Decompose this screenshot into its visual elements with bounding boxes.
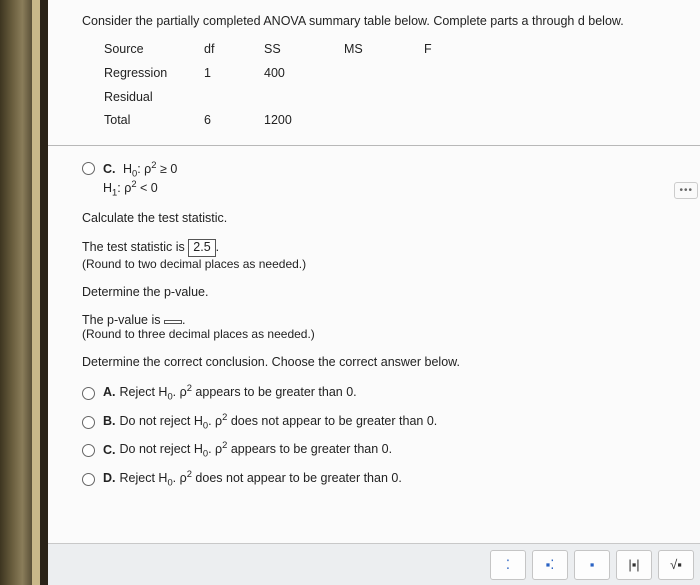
- option-c-text: C.Do not reject H0. ρ2 appears to be gre…: [103, 440, 392, 459]
- header-f: F: [424, 38, 484, 62]
- cell-df: 1: [204, 62, 264, 86]
- option-label: C.: [103, 162, 116, 176]
- p-value-line: The p-value is .: [82, 313, 678, 327]
- question-intro: Consider the partially completed ANOVA s…: [82, 14, 678, 28]
- header-df: df: [204, 38, 264, 62]
- cell-ss: 400: [264, 62, 344, 86]
- option-d[interactable]: D.Reject H0. ρ2 does not appear to be gr…: [82, 469, 678, 488]
- option-a-text: A.Reject H0. ρ2 appears to be greater th…: [103, 383, 357, 402]
- cell-ms: [344, 62, 424, 86]
- cell-f: [424, 62, 484, 86]
- h1-text: H1: ρ2 < 0: [103, 179, 177, 198]
- option-a[interactable]: A.Reject H0. ρ2 appears to be greater th…: [82, 383, 678, 402]
- absolute-value-button[interactable]: |▪|: [616, 550, 652, 580]
- cell-ss: [264, 86, 344, 110]
- determine-p-label: Determine the p-value.: [82, 285, 678, 299]
- calc-label: Calculate the test statistic.: [82, 211, 678, 225]
- option-b-text: B.Do not reject H0. ρ2 does not appear t…: [103, 412, 437, 431]
- cell-df: 6: [204, 109, 264, 133]
- option-d-text: D.Reject H0. ρ2 does not appear to be gr…: [103, 469, 402, 488]
- question-page: Consider the partially completed ANOVA s…: [48, 0, 700, 543]
- anova-row-total: Total 6 1200: [104, 109, 678, 133]
- header-ms: MS: [344, 38, 424, 62]
- header-source: Source: [104, 38, 204, 62]
- cell-f: [424, 86, 484, 110]
- test-statistic-line: The test statistic is 2.5.: [82, 239, 678, 257]
- anova-row-residual: Residual: [104, 86, 678, 110]
- exponent-button[interactable]: ▪: [574, 550, 610, 580]
- cell-source: Regression: [104, 62, 204, 86]
- fraction-button[interactable]: ⁚: [490, 550, 526, 580]
- p-value-input[interactable]: [164, 320, 182, 324]
- option-c-content: C. H0: ρ2 ≥ 0 H1: ρ2 < 0: [103, 160, 177, 197]
- cell-source: Total: [104, 109, 204, 133]
- option-c[interactable]: C. H0: ρ2 ≥ 0 H1: ρ2 < 0: [82, 160, 678, 197]
- radio-option-b[interactable]: [82, 416, 95, 429]
- test-statistic-input[interactable]: 2.5: [188, 239, 215, 257]
- anova-table: Source df SS MS F Regression 1 400 Resid…: [104, 38, 678, 133]
- option-b[interactable]: B.Do not reject H0. ρ2 does not appear t…: [82, 412, 678, 431]
- p-suffix: .: [182, 313, 185, 327]
- conclusion-options: A.Reject H0. ρ2 appears to be greater th…: [82, 383, 678, 488]
- cell-ms: [344, 86, 424, 110]
- square-root-button[interactable]: √▪: [658, 550, 694, 580]
- anova-row-regression: Regression 1 400: [104, 62, 678, 86]
- h0-text: H0: ρ2 ≥ 0: [123, 162, 177, 176]
- radio-option-d[interactable]: [82, 473, 95, 486]
- round-two-note: (Round to two decimal places as needed.): [82, 257, 678, 271]
- cell-df: [204, 86, 264, 110]
- stat-suffix: .: [216, 240, 219, 254]
- option-c-conc[interactable]: C.Do not reject H0. ρ2 appears to be gre…: [82, 440, 678, 459]
- divider: [48, 145, 700, 146]
- round-three-note: (Round to three decimal places as needed…: [82, 327, 678, 341]
- header-ss: SS: [264, 38, 344, 62]
- cell-ss: 1200: [264, 109, 344, 133]
- cell-ms: [344, 109, 424, 133]
- radio-option-c[interactable]: [82, 162, 95, 175]
- mixed-fraction-button[interactable]: ▪⁚: [532, 550, 568, 580]
- photo-frame-edge: [0, 0, 40, 585]
- determine-conclusion-label: Determine the correct conclusion. Choose…: [82, 355, 678, 369]
- radio-option-c-conc[interactable]: [82, 444, 95, 457]
- cell-source: Residual: [104, 86, 204, 110]
- cell-f: [424, 109, 484, 133]
- p-prefix: The p-value is: [82, 313, 164, 327]
- stat-prefix: The test statistic is: [82, 240, 188, 254]
- anova-header-row: Source df SS MS F: [104, 38, 678, 62]
- more-menu-button[interactable]: •••: [674, 182, 698, 199]
- radio-option-a[interactable]: [82, 387, 95, 400]
- math-toolbar: ⁚ ▪⁚ ▪ |▪| √▪: [48, 543, 700, 585]
